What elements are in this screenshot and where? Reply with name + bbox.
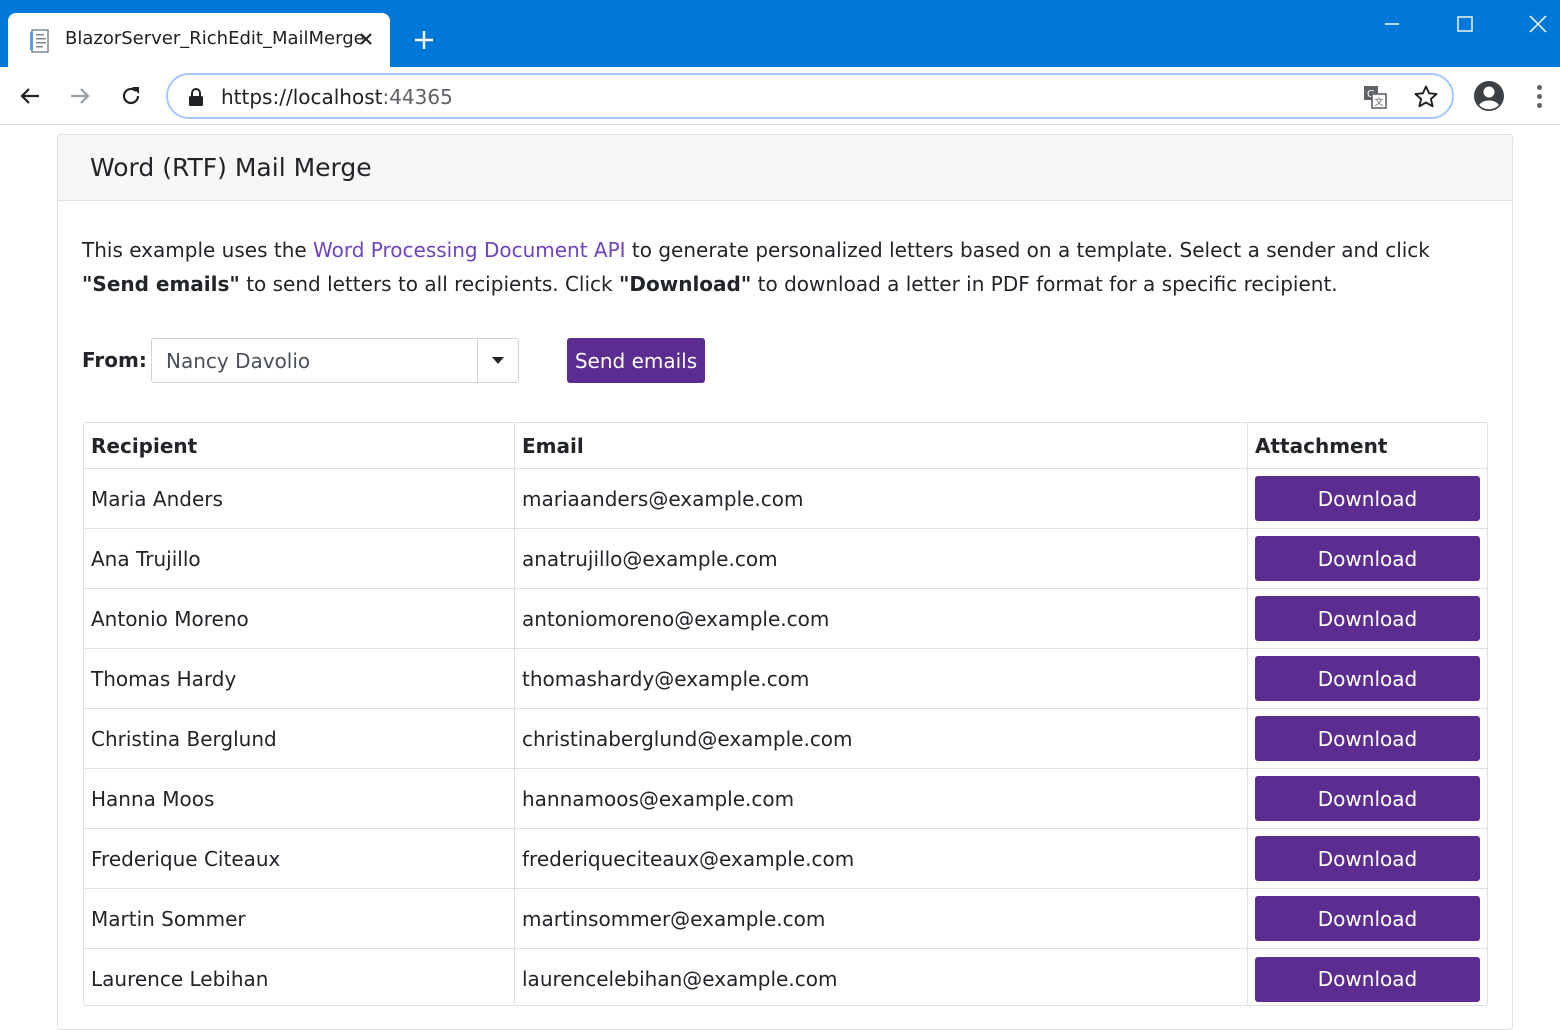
table-row: Antonio Moreno antoniomoreno@example.com D… [84, 589, 1487, 649]
attachment-cell: Download [1248, 589, 1487, 648]
reload-button[interactable] [113, 78, 149, 114]
download-button[interactable]: Download [1255, 656, 1480, 701]
translate-button[interactable]: G 文 [1362, 84, 1388, 110]
plus-icon [415, 31, 433, 49]
svg-text:文: 文 [1375, 96, 1384, 108]
close-icon [360, 33, 372, 45]
table-row: Christina Berglund christinaberglund@exam… [84, 709, 1487, 769]
attachment-cell: Download [1248, 469, 1487, 528]
table-row: Hanna Moos hannamoos@example.com Download [84, 769, 1487, 829]
back-arrow-icon [20, 88, 39, 104]
recipient-email: hannamoos@example.com [515, 769, 1248, 828]
download-button[interactable]: Download [1255, 896, 1480, 941]
recipient-name: Hanna Moos [84, 769, 515, 828]
column-header-email[interactable]: Email [515, 423, 1248, 468]
table-row: Thomas Hardy thomashardy@example.com Downl… [84, 649, 1487, 709]
browser-toolbar: https://localhost:44365 G 文 [0, 67, 1560, 125]
attachment-cell: Download [1248, 769, 1487, 828]
new-tab-button[interactable] [408, 24, 440, 56]
recipient-email: laurencelebihan@example.com [515, 949, 1248, 1005]
recipient-email: mariaanders@example.com [515, 469, 1248, 528]
tab-title: BlazorServer_RichEdit_MailMerge [65, 28, 365, 49]
api-link[interactable]: Word Processing Document API [313, 238, 626, 262]
recipient-email: martinsommer@example.com [515, 889, 1248, 948]
send-emails-button[interactable]: Send emails [567, 338, 705, 383]
sender-dropdown-button[interactable] [477, 339, 518, 382]
recipient-name: Antonio Moreno [84, 589, 515, 648]
grid-header-row: Recipient Email Attachment [84, 423, 1487, 469]
download-button[interactable]: Download [1255, 536, 1480, 581]
download-button[interactable]: Download [1255, 836, 1480, 881]
table-row: Maria Anders mariaanders@example.com Downl… [84, 469, 1487, 529]
download-button[interactable]: Download [1255, 476, 1480, 521]
recipient-name: Laurence Lebihan [84, 949, 515, 1005]
address-bar[interactable]: https://localhost:44365 G 文 [166, 73, 1454, 119]
recipient-email: thomashardy@example.com [515, 649, 1248, 708]
recipient-name: Thomas Hardy [84, 649, 515, 708]
forward-button[interactable] [62, 78, 98, 114]
attachment-cell: Download [1248, 529, 1487, 588]
recipient-name: Ana Trujillo [84, 529, 515, 588]
page-title: Word (RTF) Mail Merge [90, 153, 372, 182]
attachment-cell: Download [1248, 649, 1487, 708]
table-row: Laurence Lebihan laurencelebihan@example.… [84, 949, 1487, 1005]
recipient-name: Maria Anders [84, 469, 515, 528]
download-button[interactable]: Download [1255, 956, 1480, 1002]
attachment-cell: Download [1248, 889, 1487, 948]
more-vert-icon[interactable] [1528, 81, 1550, 111]
from-label: From: [82, 348, 147, 372]
recipient-email: anatrujillo@example.com [515, 529, 1248, 588]
recipient-email: frederiqueciteaux@example.com [515, 829, 1248, 888]
intro-text: This example uses the Word Processing Do… [82, 238, 1430, 296]
maximize-icon [1457, 16, 1473, 32]
forward-arrow-icon [71, 88, 90, 104]
profile-avatar-icon[interactable] [1472, 79, 1506, 113]
chevron-down-icon [492, 357, 504, 364]
recipient-name: Christina Berglund [84, 709, 515, 768]
recipient-email: christinaberglund@example.com [515, 709, 1248, 768]
column-header-recipient[interactable]: Recipient [84, 423, 515, 468]
mail-merge-card: Word (RTF) Mail Merge This example uses … [57, 134, 1513, 1030]
recipient-email: antoniomoreno@example.com [515, 589, 1248, 648]
recipient-name: Frederique Citeaux [84, 829, 515, 888]
browser-tab[interactable]: BlazorServer_RichEdit_MailMerge [8, 13, 390, 69]
minimize-icon [1385, 23, 1399, 25]
download-button[interactable]: Download [1255, 716, 1480, 761]
browser-titlebar: BlazorServer_RichEdit_MailMerge [0, 0, 1560, 69]
download-button[interactable]: Download [1255, 776, 1480, 821]
download-button[interactable]: Download [1255, 596, 1480, 641]
lock-icon [189, 88, 203, 106]
page-favicon-icon [30, 29, 49, 53]
attachment-cell: Download [1248, 709, 1487, 768]
table-row: Martin Sommer martinsommer@example.com Dow… [84, 889, 1487, 949]
maximize-button[interactable] [1429, 0, 1501, 48]
column-header-attachment[interactable]: Attachment [1248, 423, 1487, 468]
table-row: Frederique Citeaux frederiqueciteaux@exam… [84, 829, 1487, 889]
url-text: https://localhost:44365 [221, 85, 453, 109]
table-row: Ana Trujillo anatrujillo@example.com Downl… [84, 529, 1487, 589]
card-header: Word (RTF) Mail Merge [58, 135, 1512, 201]
reload-icon [122, 87, 140, 105]
sender-value: Nancy Davolio [166, 349, 311, 373]
recipients-grid: Recipient Email Attachment Maria Anders m… [83, 422, 1488, 1006]
close-window-icon [1529, 15, 1547, 33]
recipient-name: Martin Sommer [84, 889, 515, 948]
close-window-button[interactable] [1502, 0, 1560, 48]
minimize-button[interactable] [1356, 0, 1428, 48]
translate-icon: G 文 [1364, 86, 1387, 109]
attachment-cell: Download [1248, 829, 1487, 888]
bookmark-button[interactable] [1413, 84, 1439, 110]
back-button[interactable] [12, 78, 48, 114]
star-icon [1414, 85, 1438, 108]
sender-combobox[interactable]: Nancy Davolio [151, 338, 519, 383]
attachment-cell: Download [1248, 949, 1487, 1005]
tab-close-button[interactable] [354, 27, 378, 51]
